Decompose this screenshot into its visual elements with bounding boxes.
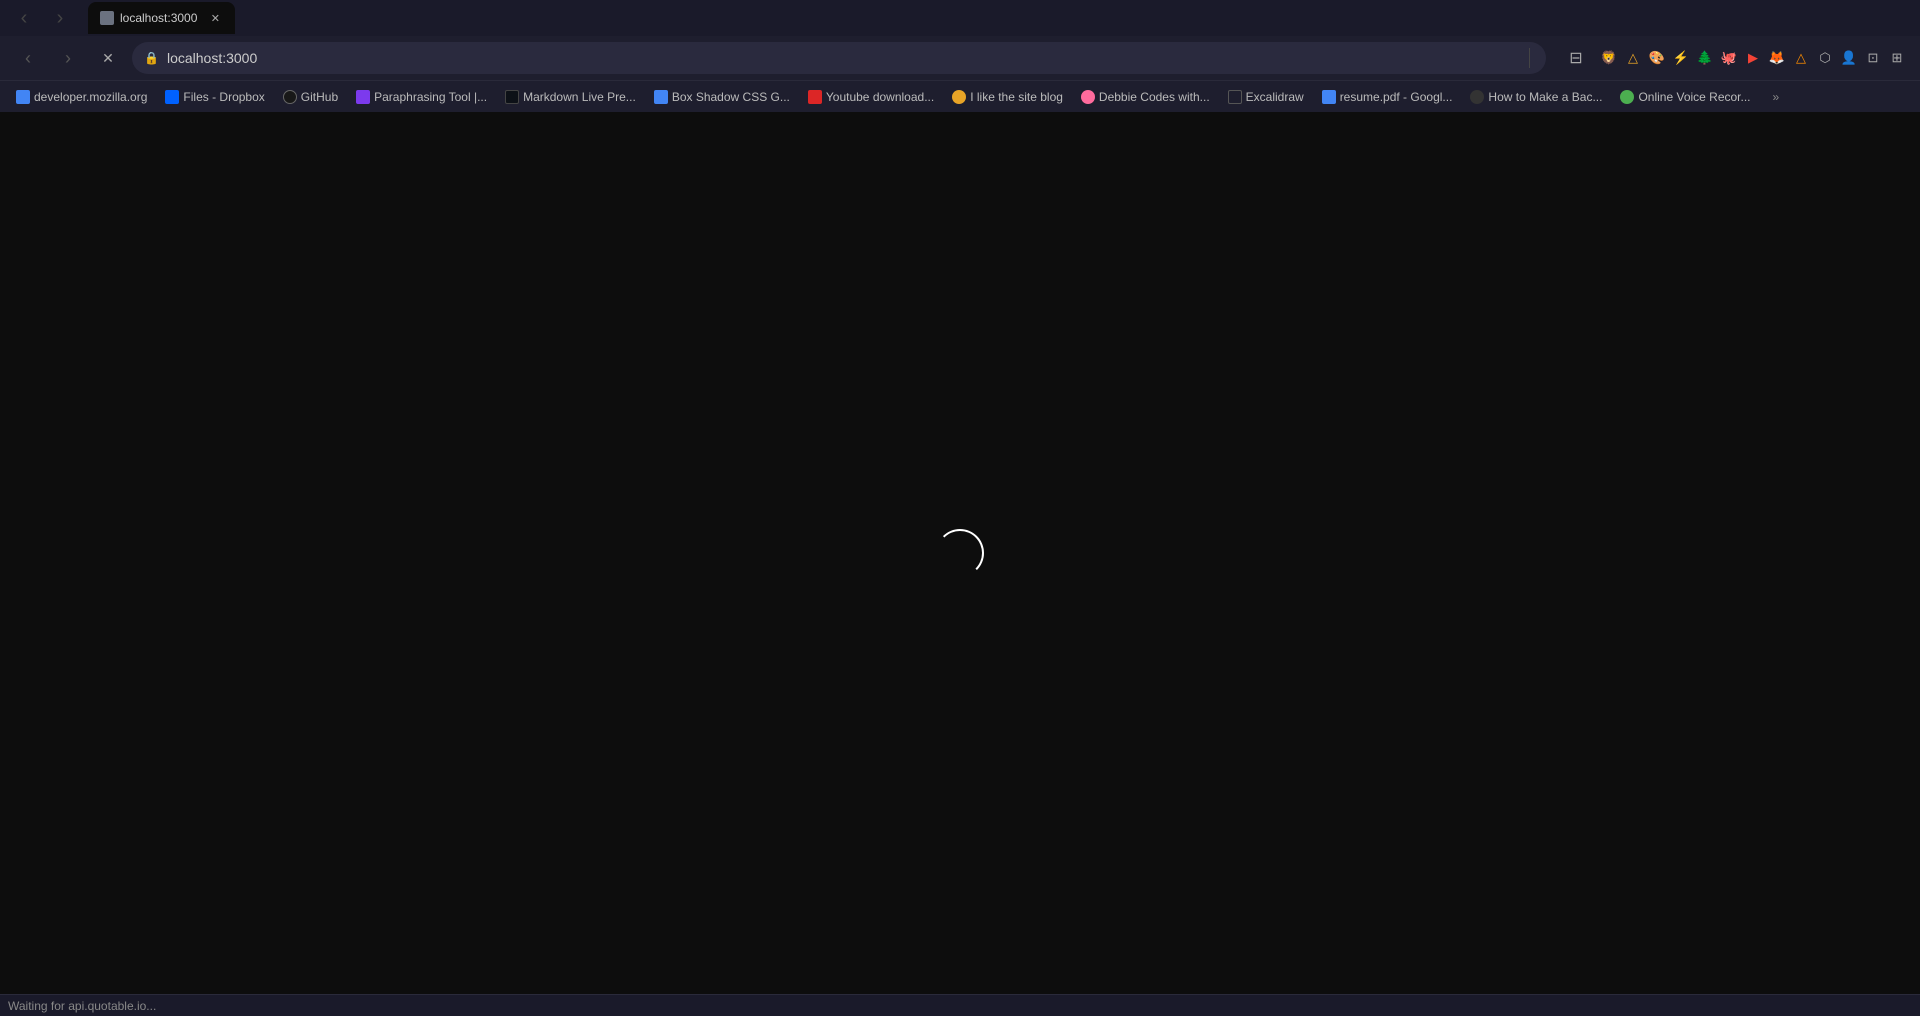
bookmark-favicon-markdown [505,90,519,104]
bookmark-voice[interactable]: Online Voice Recor... [1612,85,1758,109]
nav-bar: ‹ › ✕ 🔒 localhost:3000 ⊟ 🦁 △ 🎨 ⚡ 🌲 [0,36,1920,80]
bookmark-howto[interactable]: How to Make a Bac... [1462,85,1610,109]
nav-forward-icon: › [65,48,71,69]
bookmark-favicon-resume [1322,90,1336,104]
tab-title: localhost:3000 [120,11,197,25]
puzzle-icon[interactable]: ⊡ [1862,47,1884,69]
bookmark-resume[interactable]: resume.pdf - Googl... [1314,85,1461,109]
nav-refresh-button[interactable]: ✕ [92,42,124,74]
bookmark-siteblog[interactable]: I like the site blog [944,85,1071,109]
bookmark-favicon-mdn [16,90,30,104]
bookmark-favicon-voice [1620,90,1634,104]
bookmark-label-boxshadow: Box Shadow CSS G... [672,90,790,104]
bookmark-favicon-youtube [808,90,822,104]
forward-button[interactable] [44,2,76,34]
brave-rewards-icon[interactable]: △ [1622,47,1644,69]
bookmark-excalidraw[interactable]: Excalidraw [1220,85,1312,109]
bookmark-github[interactable]: GitHub [275,85,346,109]
bookmark-favicon-github [283,90,297,104]
tab-close-button[interactable]: ✕ [207,10,223,26]
bookmark-label-resume: resume.pdf - Googl... [1340,90,1453,104]
brave-icon[interactable]: △ [1790,47,1812,69]
bookmark-label-paraphrasing: Paraphrasing Tool |... [374,90,487,104]
address-divider [1529,48,1530,68]
brave-shield-icon[interactable]: 🦁 [1598,47,1620,69]
status-bar: Waiting for api.quotable.io... [0,994,1920,1016]
bookmark-label-dropbox: Files - Dropbox [183,90,264,104]
bookmark-favicon-excalidraw [1228,90,1242,104]
extensions-area: 🦁 △ 🎨 ⚡ 🌲 🐙 ▶ 🦊 △ ⬡ 👤 ⊡ ⊞ [1598,47,1908,69]
nav-back-icon: ‹ [25,48,31,69]
bookmark-more-icon: » [1773,90,1780,104]
tab-favicon [100,11,114,25]
security-icon: 🔒 [144,51,159,65]
fox-icon[interactable]: 🦊 [1766,47,1788,69]
bookmark-debbie[interactable]: Debbie Codes with... [1073,85,1218,109]
bookmark-favicon-dropbox [165,90,179,104]
address-bar[interactable]: 🔒 localhost:3000 [132,42,1546,74]
browser-actions: ⊟ [1562,44,1590,72]
bookmark-label-github: GitHub [301,90,338,104]
bookmark-favicon-paraphrasing [356,90,370,104]
bookmark-more-button[interactable]: » [1765,85,1788,109]
visbug-icon[interactable]: ⚡ [1670,47,1692,69]
tab-controls [8,2,76,34]
bookmark-label-howto: How to Make a Bac... [1488,90,1602,104]
back-icon [21,7,28,30]
window-icon[interactable]: ⊞ [1886,47,1908,69]
bookmark-boxshadow[interactable]: Box Shadow CSS G... [646,85,798,109]
bookmarks-bar: developer.mozilla.org Files - Dropbox Gi… [0,80,1920,112]
url-text: localhost:3000 [167,50,1517,66]
nav-forward-button[interactable]: › [52,42,84,74]
colorpick-icon[interactable]: 🎨 [1646,47,1668,69]
status-text: Waiting for api.quotable.io... [8,999,156,1013]
bookmark-label-voice: Online Voice Recor... [1638,90,1750,104]
ext-manager-icon[interactable]: ⬡ [1814,47,1836,69]
bookmark-favicon-debbie [1081,90,1095,104]
bookmark-mdn[interactable]: developer.mozilla.org [8,85,155,109]
page-content [0,112,1920,994]
github-ext-icon[interactable]: 🐙 [1718,47,1740,69]
nav-back-button[interactable]: ‹ [12,42,44,74]
user-profile-icon[interactable]: 👤 [1838,47,1860,69]
bookmark-label-youtube: Youtube download... [826,90,934,104]
youtube-ext-icon[interactable]: ▶ [1742,47,1764,69]
bookmark-favicon-howto [1470,90,1484,104]
bookmark-label-siteblog: I like the site blog [970,90,1063,104]
forest-icon[interactable]: 🌲 [1694,47,1716,69]
browser-chrome: localhost:3000 ✕ ‹ › ✕ 🔒 localhost:3000 … [0,0,1920,112]
bookmark-dropbox[interactable]: Files - Dropbox [157,85,272,109]
bookmark-favicon-boxshadow [654,90,668,104]
bookmark-favicon-siteblog [952,90,966,104]
bookmark-label-mdn: developer.mozilla.org [34,90,147,104]
bookmark-youtube[interactable]: Youtube download... [800,85,942,109]
bookmark-label-markdown: Markdown Live Pre... [523,90,636,104]
bookmark-paraphrasing[interactable]: Paraphrasing Tool |... [348,85,495,109]
bookmark-icon[interactable]: ⊟ [1562,44,1590,72]
tab-bar: localhost:3000 ✕ [0,0,1920,36]
back-button[interactable] [8,2,40,34]
bookmark-label-excalidraw: Excalidraw [1246,90,1304,104]
forward-icon [57,7,64,30]
active-tab[interactable]: localhost:3000 ✕ [88,2,235,34]
bookmark-markdown[interactable]: Markdown Live Pre... [497,85,644,109]
loading-spinner [936,529,984,577]
nav-refresh-icon: ✕ [102,50,114,67]
bookmark-label-debbie: Debbie Codes with... [1099,90,1210,104]
